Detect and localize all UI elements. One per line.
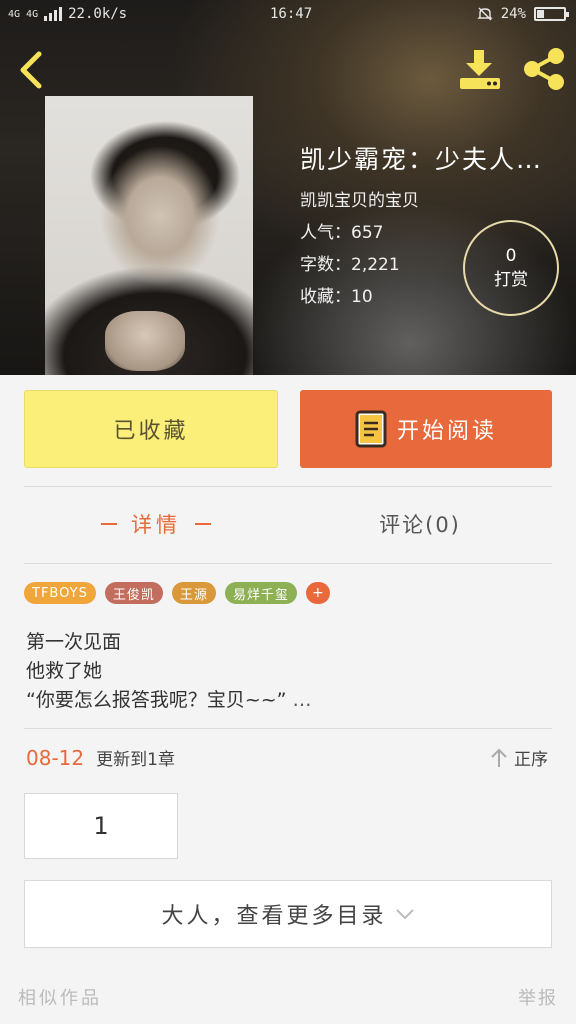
tag-chip[interactable]: TFBOYS	[24, 582, 96, 604]
synopsis-line: 他救了她	[26, 660, 103, 682]
tab-comments-label: 评论(0)	[379, 513, 461, 537]
tag-chip[interactable]: 王俊凯	[104, 582, 163, 604]
book-cover-image[interactable]	[45, 96, 253, 375]
tag-chip[interactable]: 王源	[171, 582, 216, 604]
more-tags-button[interactable]: +	[305, 582, 330, 604]
book-title: 凯少霸宠：少夫人…	[300, 145, 544, 174]
similar-works-label[interactable]: 相似作品	[18, 984, 102, 1010]
tab-dash-left	[101, 523, 117, 525]
chevron-down-icon	[395, 909, 414, 920]
status-bar: 4G 4G 22.0k/s 16:47 24%	[0, 0, 576, 30]
divider	[24, 563, 552, 564]
share-button[interactable]	[520, 46, 568, 92]
network-label: 4G 4G	[8, 8, 39, 20]
tab-detail[interactable]: 详情	[24, 496, 288, 552]
tab-dash-right	[195, 523, 211, 525]
arrow-up-icon	[491, 748, 507, 767]
update-info: 08-12 更新到1章	[26, 745, 175, 771]
battery-percent: 24%	[500, 6, 526, 22]
divider	[24, 728, 552, 729]
expand-ellipsis[interactable]: …	[293, 689, 312, 711]
synopsis-line: “你要怎么报答我呢？宝贝~~” …	[26, 686, 546, 715]
clock: 16:47	[270, 6, 313, 22]
update-text: 更新到1章	[96, 750, 175, 770]
more-catalog-button[interactable]: 大人，查看更多目录	[24, 880, 552, 948]
chapter-number: 1	[93, 812, 109, 840]
start-reading-button[interactable]: 开始阅读	[300, 390, 552, 468]
tag-chip[interactable]: 易烊千玺	[224, 582, 297, 604]
divider	[24, 486, 552, 487]
more-catalog-label: 大人，查看更多目录	[161, 904, 387, 929]
tip-label: 打赏	[494, 270, 528, 290]
cover-figure	[105, 311, 185, 371]
book-author[interactable]: 凯凯宝贝的宝贝	[300, 190, 562, 212]
signal-icon	[44, 7, 63, 21]
tip-count: 0	[505, 246, 517, 266]
synopsis-text: “你要怎么报答我呢？宝贝~~”	[26, 689, 287, 711]
network-speed: 22.0k/s	[68, 6, 128, 22]
collected-label: 已收藏	[113, 419, 189, 444]
book-icon	[355, 410, 387, 448]
download-icon	[460, 50, 500, 89]
report-button[interactable]: 举报	[518, 984, 558, 1010]
book-header: 4G 4G 22.0k/s 16:47 24% 凯少霸宠：少夫人… 凯凯宝贝的宝…	[0, 0, 576, 375]
tab-detail-label: 详情	[131, 513, 181, 537]
sort-order-label: 正序	[514, 750, 548, 770]
battery-fill	[537, 10, 544, 18]
back-button[interactable]	[14, 48, 50, 92]
start-reading-label: 开始阅读	[396, 419, 497, 444]
mute-icon	[477, 7, 493, 21]
update-date: 08-12	[26, 745, 85, 770]
collected-button[interactable]: 已收藏	[24, 390, 278, 468]
synopsis[interactable]: 第一次见面 他救了她 “你要怎么报答我呢？宝贝~~” …	[26, 628, 546, 715]
share-icon	[524, 48, 564, 90]
chevron-left-icon	[20, 51, 42, 89]
synopsis-line: 第一次见面	[26, 631, 122, 653]
sort-order-button[interactable]: 正序	[490, 745, 548, 770]
battery-icon	[534, 7, 569, 21]
tag-list: TFBOYS 王俊凯 王源 易烊千玺 +	[24, 582, 330, 604]
tab-comments[interactable]: 评论(0)	[288, 496, 552, 552]
download-button[interactable]	[456, 46, 504, 92]
chapter-item[interactable]: 1	[24, 793, 178, 859]
tip-button[interactable]: 0 打赏	[463, 220, 559, 316]
